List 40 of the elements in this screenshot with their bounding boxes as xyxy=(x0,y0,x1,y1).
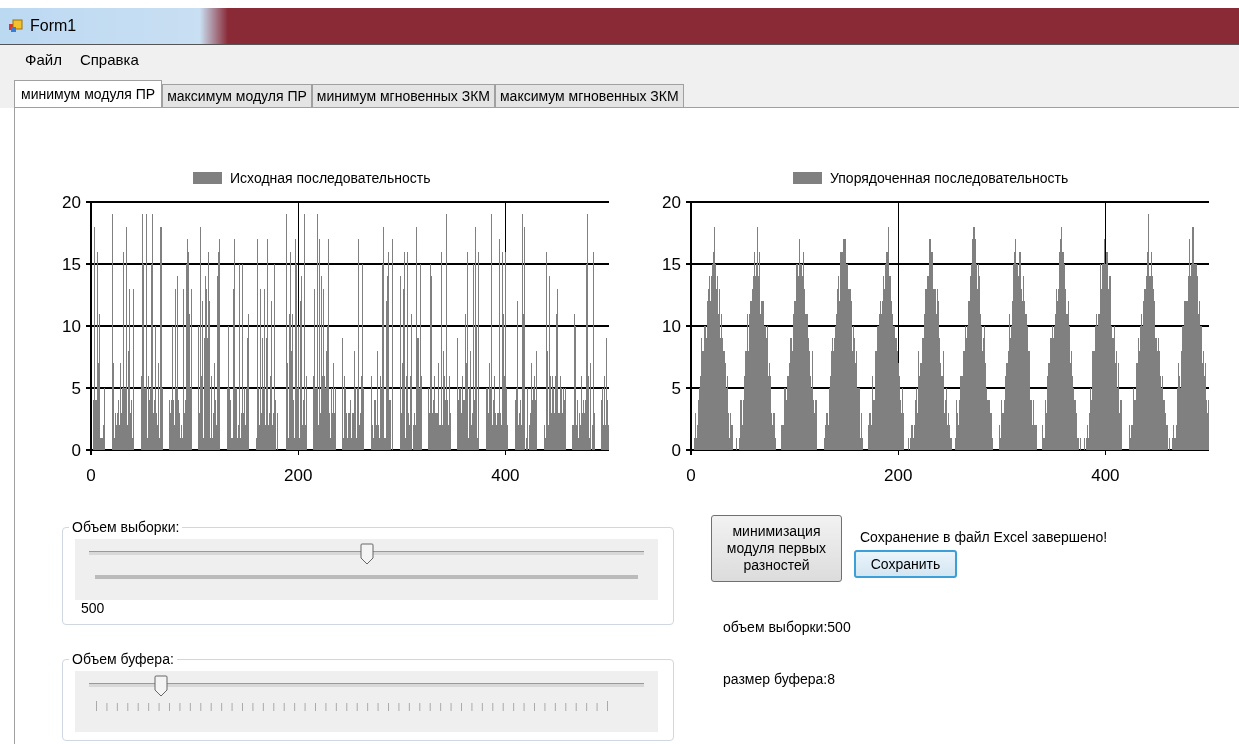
slider[interactable] xyxy=(75,539,658,600)
axis-tick-label: 0 xyxy=(686,466,696,485)
group-label: Объем буфера: xyxy=(69,651,177,667)
axis-tick-label: 5 xyxy=(671,379,681,398)
axis-tick-label: 15 xyxy=(62,255,81,274)
legend-swatch xyxy=(793,172,822,184)
tab[interactable]: максимум модуля ПР xyxy=(162,84,312,108)
axis-tick-label: 400 xyxy=(491,466,520,485)
tab[interactable]: минимум мгновенных ЗКМ xyxy=(311,84,495,108)
axis-tick-label: 400 xyxy=(1091,466,1120,485)
axis-tick-label: 0 xyxy=(86,466,96,485)
slider-thumb[interactable] xyxy=(359,543,374,565)
tab[interactable]: минимум модуля ПР xyxy=(14,80,163,108)
window-title: Form1 xyxy=(30,17,77,35)
axis-tick-label: 0 xyxy=(671,441,681,460)
axis-tick-label: 200 xyxy=(284,466,313,485)
axis-tick-label: 20 xyxy=(662,193,681,212)
info-label: объем выборки:500 xyxy=(722,619,852,635)
app-icon xyxy=(8,18,24,34)
axis-tick-label: 20 xyxy=(62,193,81,212)
axis-tick-label: 0 xyxy=(71,441,81,460)
slider-thumb[interactable] xyxy=(154,675,169,697)
legend-label: Исходная последовательность xyxy=(230,170,431,186)
axis-tick-label: 10 xyxy=(62,317,81,336)
axis-tick-label: 10 xyxy=(662,317,681,336)
axis-tick-label: 200 xyxy=(884,466,913,485)
status-message: Сохранение в файл Excel завершено! xyxy=(859,529,1108,545)
group-label: Объем выборки: xyxy=(69,519,183,535)
slider-value: 500 xyxy=(80,600,105,616)
axis-tick-label: 15 xyxy=(662,255,681,274)
tab[interactable]: максимум мгновенных ЗКМ xyxy=(494,84,684,108)
save-button[interactable]: Сохранить xyxy=(854,550,957,578)
legend-swatch xyxy=(193,172,222,184)
axis-tick-label: 5 xyxy=(71,379,81,398)
menu-item[interactable]: Файл xyxy=(16,48,71,70)
legend-label: Упорядоченная последовательность xyxy=(830,170,1069,186)
menu-item[interactable]: Справка xyxy=(70,48,148,70)
slider[interactable] xyxy=(75,671,658,732)
info-label: размер буфера:8 xyxy=(722,671,837,687)
minimize-button[interactable]: минимизация модуля первых разностей xyxy=(711,515,842,582)
